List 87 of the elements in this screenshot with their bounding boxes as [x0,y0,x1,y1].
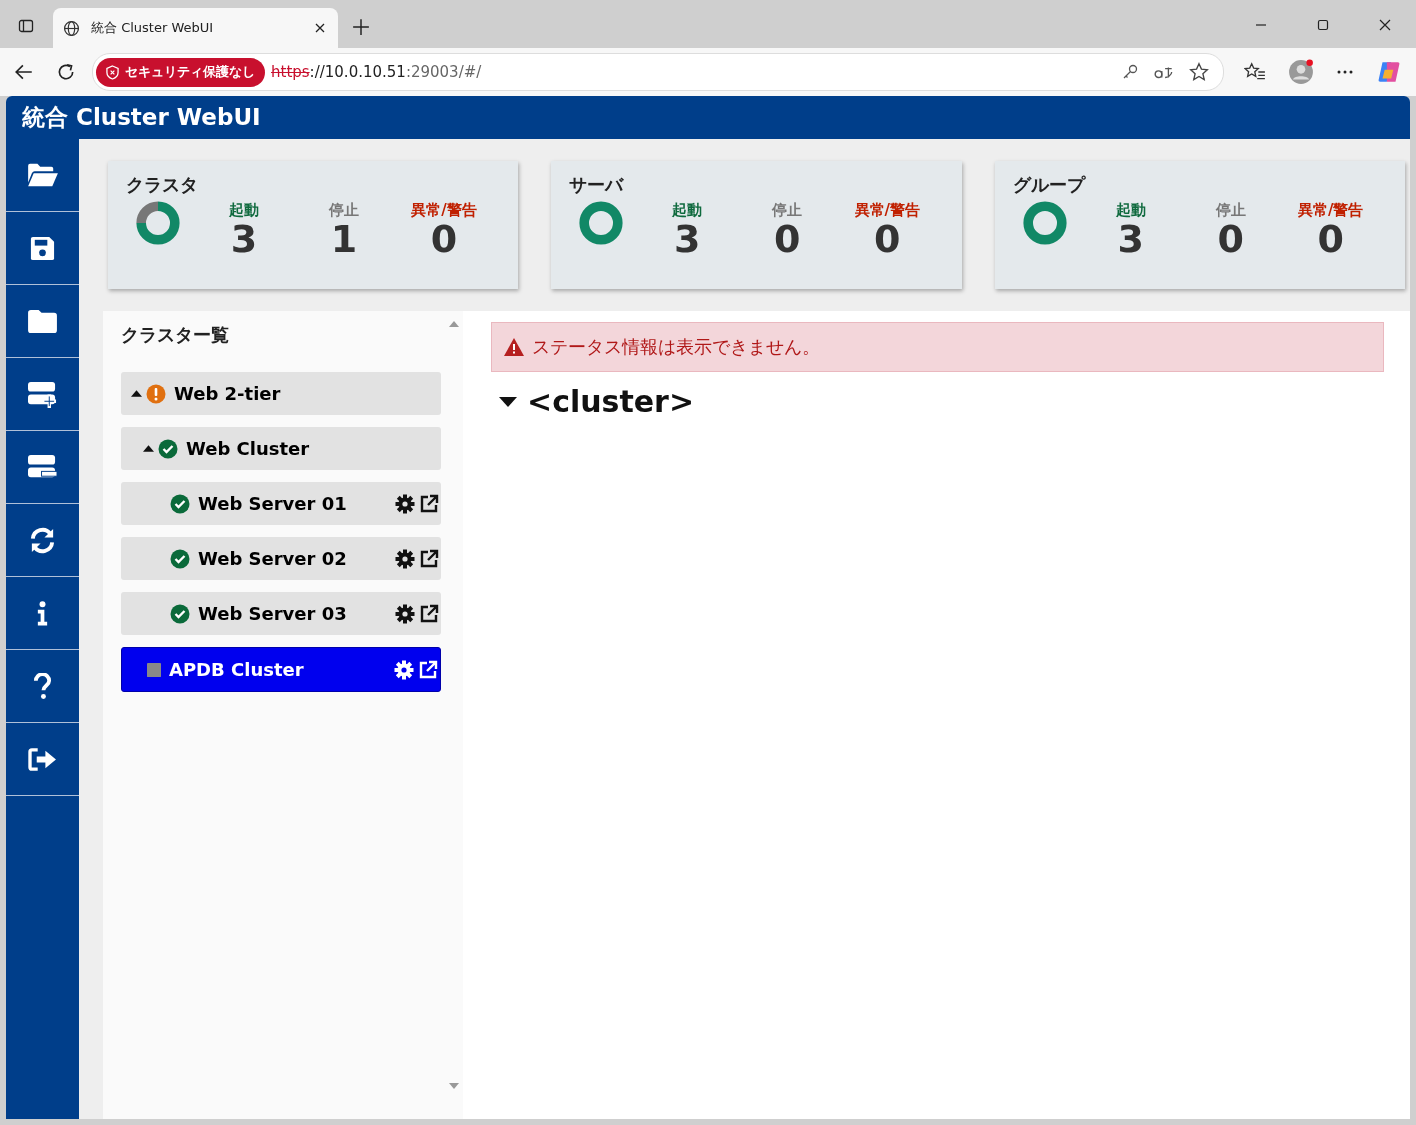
stat-count: 0 [1317,219,1344,260]
ok-status-icon [170,603,190,624]
stat-label: 異常/警告 [854,200,921,220]
close-icon[interactable] [314,22,326,34]
caret-up-icon[interactable] [131,390,142,397]
stat-count: 3 [674,219,701,260]
card-title: サーバ [569,173,625,197]
stat-count: 1 [330,219,358,260]
settings-icon[interactable] [394,659,414,680]
stat-label: 起動 [229,200,259,220]
external-link-icon[interactable] [418,659,438,680]
tree-item[interactable]: Web Server 03 [121,592,441,635]
maximize-icon[interactable] [1317,19,1329,31]
external-link-icon[interactable] [419,603,439,624]
stat-count: 3 [230,219,258,260]
new-tab-icon[interactable] [352,18,370,36]
card-title: クラスタ [126,173,199,197]
tree-item-label: APDB Cluster [169,659,304,680]
url-text: https://10.0.10.51:29003/#/ [271,63,482,81]
ok-status-icon [158,438,178,459]
settings-icon[interactable] [395,603,415,624]
favorites-icon[interactable] [1244,62,1266,82]
stat-label: 異常/警告 [411,200,477,220]
donut-chart-icon [1020,199,1069,247]
tree-item-label: Web Server 03 [198,603,347,624]
stat-label: 停止 [772,200,803,220]
settings-icon[interactable] [395,548,415,569]
settings-icon[interactable] [395,493,415,514]
folder-icon [27,308,58,334]
stat-count: 0 [1217,219,1244,260]
scroll-up-icon[interactable] [449,321,459,327]
help-icon [33,672,52,700]
stat-count: 3 [1117,219,1144,260]
shield-icon [106,64,119,80]
tree-item[interactable]: Web Server 01 [121,482,441,525]
ok-status-icon [170,548,190,569]
section-title: <cluster> [527,384,695,419]
tab-title: 統合 Cluster WebUI [91,19,215,37]
tree-item[interactable]: Web 2-tier [121,372,441,415]
stat-label: 起動 [1115,200,1146,220]
external-link-icon[interactable] [419,493,439,514]
info-icon [36,599,49,627]
logout-icon [27,746,58,772]
close-icon[interactable] [1379,19,1391,31]
donut-chart-icon [577,199,626,247]
alert-message: ステータス情報は表示できません。 [532,335,820,359]
tree-item-label: Web Server 01 [198,493,347,514]
tree-item-label: Web Server 02 [198,548,347,569]
stat-label: 異常/警告 [1297,200,1364,220]
tree-item[interactable]: APDB Cluster [121,647,441,692]
refresh-icon[interactable] [56,62,76,82]
card-title: グループ [1012,173,1087,197]
stopped-status-icon [147,662,161,677]
panel-title: クラスター覧 [121,323,230,347]
refresh-icon [28,525,57,555]
stat-label: 起動 [672,200,703,220]
tree-item-label: Web 2-tier [174,383,281,404]
back-icon[interactable] [14,62,34,82]
caret-down-icon[interactable] [499,396,517,407]
stat-label: 停止 [1215,200,1246,220]
stat-label: 停止 [329,200,359,220]
stat-count: 0 [774,219,801,260]
tree-item-label: Web Cluster [186,438,310,459]
app-title: 統合 Cluster WebUI [22,103,261,132]
server-add-icon [26,379,59,409]
ok-status-icon [170,493,190,514]
security-badge[interactable]: セキュリティ保護なし [96,57,265,87]
star-icon[interactable] [1189,62,1209,82]
caret-up-icon[interactable] [143,445,154,452]
external-link-icon[interactable] [419,548,439,569]
warning-status-icon [146,383,166,404]
profile-icon[interactable] [1288,59,1314,85]
browser-tab[interactable]: 統合 Cluster WebUI [53,8,338,48]
copilot-icon[interactable] [1376,59,1402,85]
tree-item[interactable]: Web Cluster [121,427,441,470]
globe-icon [63,19,80,37]
donut-chart-icon [134,199,182,247]
folder-open-icon [25,162,60,188]
stat-count: 0 [430,219,458,260]
scroll-down-icon[interactable] [449,1083,459,1089]
more-icon[interactable] [1336,69,1354,75]
key-icon[interactable] [1121,63,1139,81]
tree-item[interactable]: Web Server 02 [121,537,441,580]
address-field[interactable]: セキュリティ保護なし https://10.0.10.51:29003/#/ [92,53,1224,91]
sidebar-toggle-icon[interactable] [18,18,34,34]
stat-count: 0 [874,219,901,260]
warning-icon [504,338,524,356]
